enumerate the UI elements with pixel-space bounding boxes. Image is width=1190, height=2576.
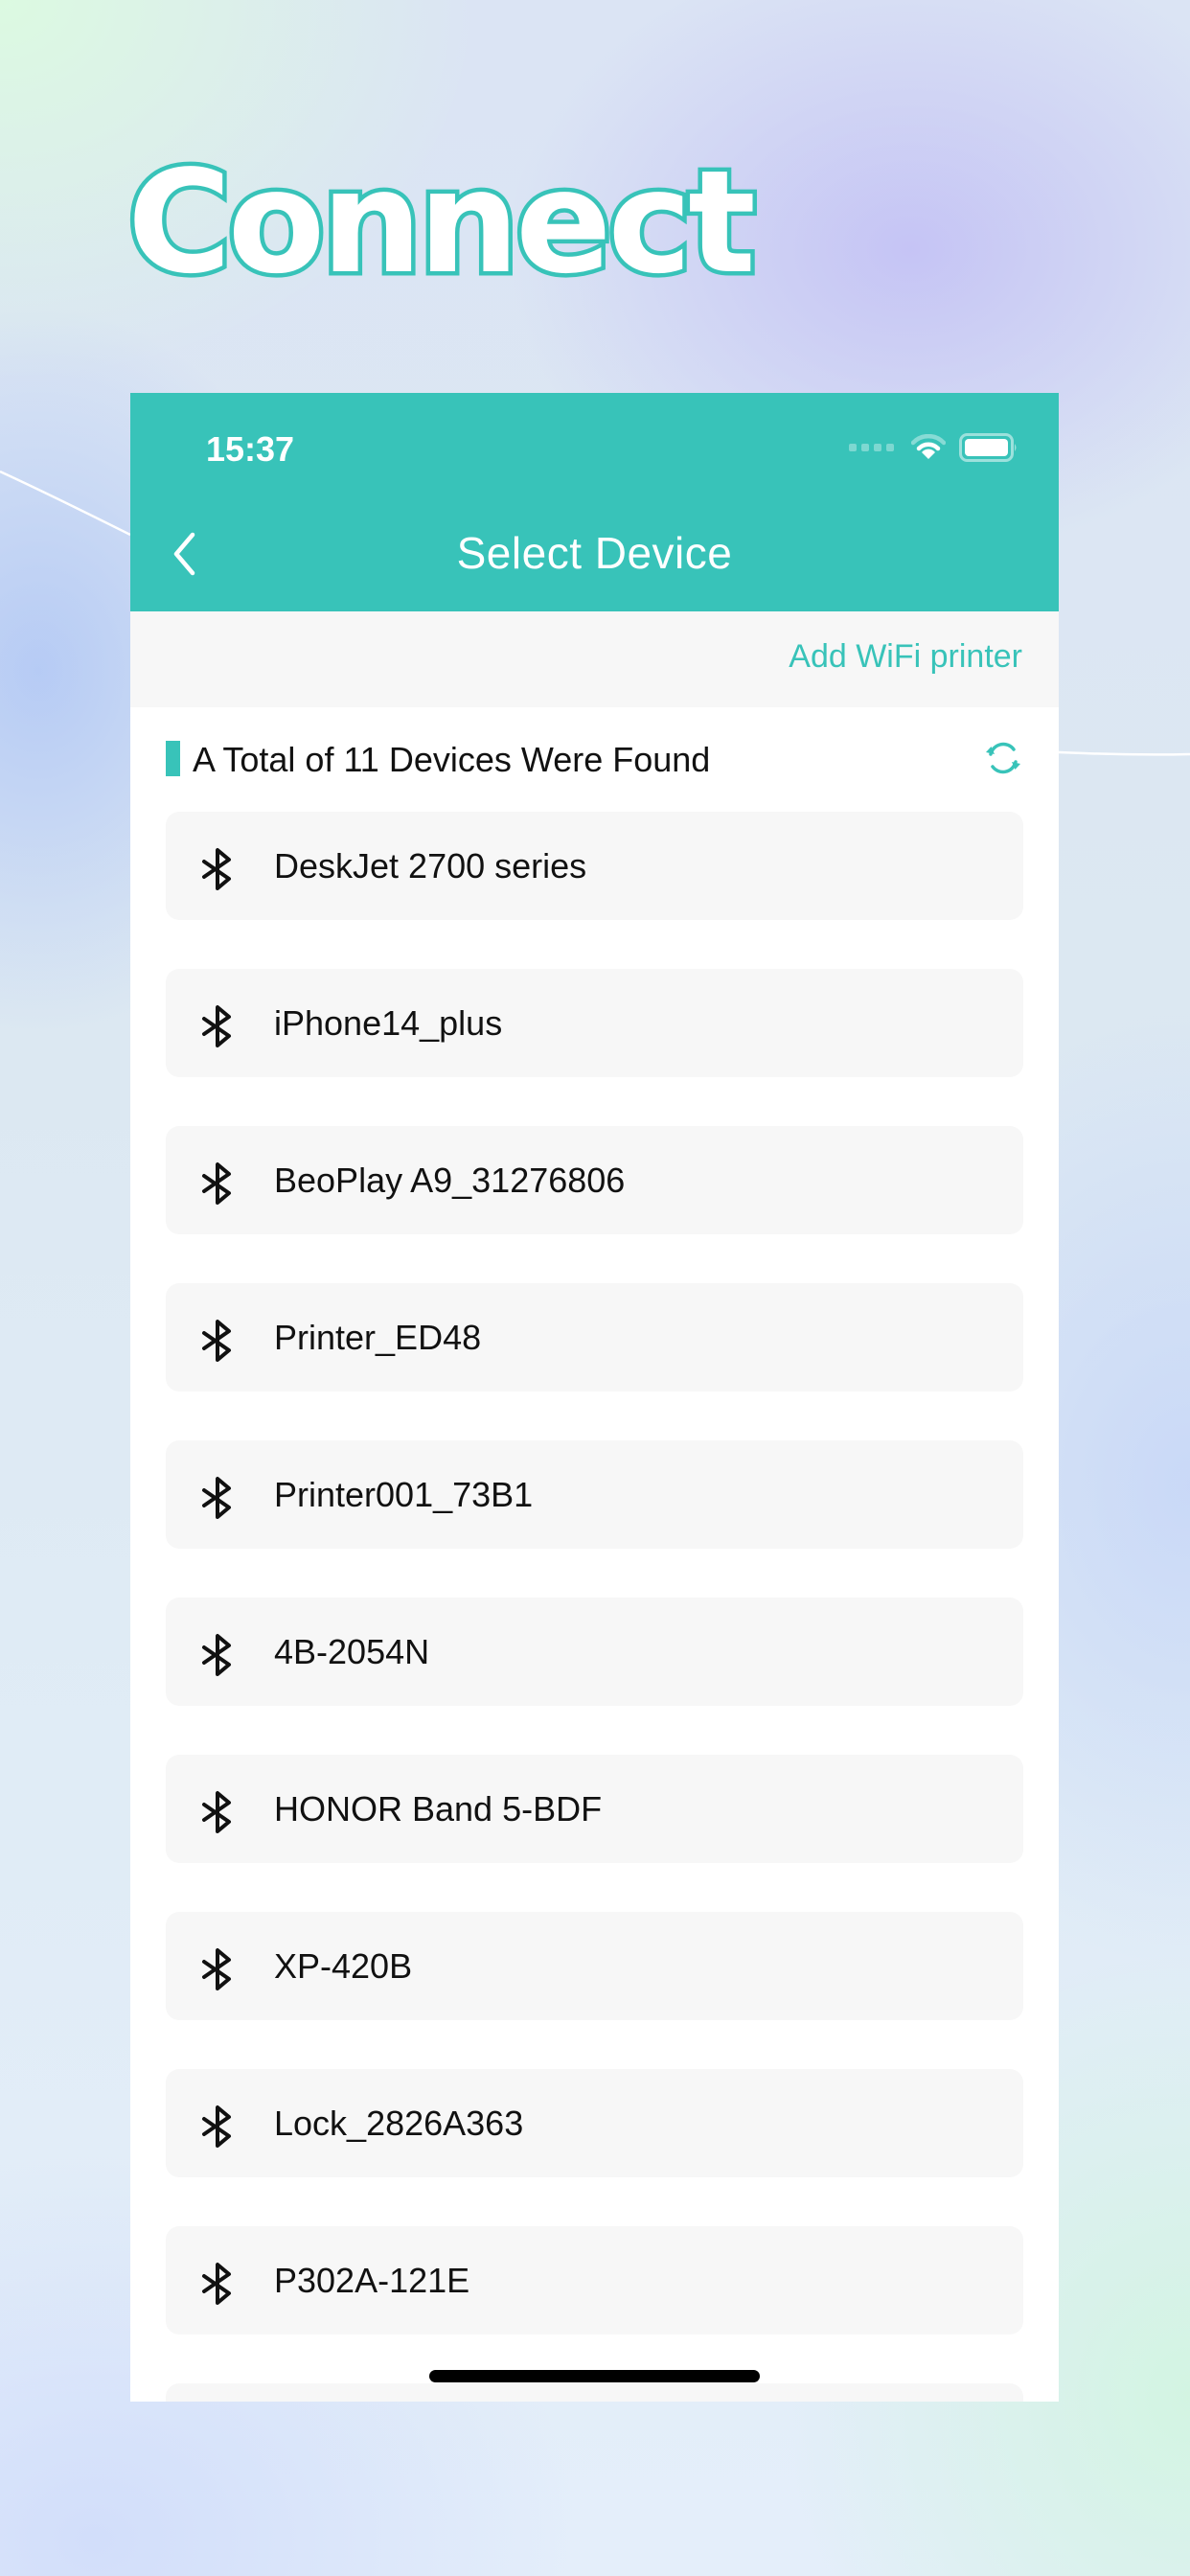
bluetooth-icon — [202, 1948, 231, 1990]
device-list-item[interactable]: BeoPlay A9_31276806 — [166, 1126, 1023, 1234]
device-list-item[interactable] — [166, 2383, 1023, 2402]
device-list-item[interactable]: Printer001_73B1 — [166, 1440, 1023, 1549]
device-list-item[interactable]: 4B-2054N — [166, 1598, 1023, 1706]
add-wifi-printer-link[interactable]: Add WiFi printer — [789, 638, 1022, 676]
refresh-button[interactable] — [982, 737, 1024, 779]
devices-found-count: A Total of 11 Devices Were Found — [193, 740, 711, 779]
device-list-item[interactable]: XP-420B — [166, 1912, 1023, 2020]
page-title: Select Device — [456, 528, 733, 578]
device-list-item[interactable]: iPhone14_plus — [166, 969, 1023, 1077]
wifi-icon — [911, 434, 946, 459]
bluetooth-icon — [202, 1634, 231, 1676]
bluetooth-icon — [202, 848, 231, 890]
device-name: Printer_ED48 — [274, 1318, 482, 1357]
section-accent-bar — [166, 741, 180, 776]
battery-icon — [959, 433, 1017, 462]
device-name: XP-420B — [274, 1946, 413, 1986]
status-time: 15:37 — [206, 429, 295, 469]
promo-headline: Connect — [124, 140, 761, 305]
device-name: P302A-121E — [274, 2261, 470, 2300]
bluetooth-icon — [202, 1791, 231, 1833]
device-name: HONOR Band 5-BDF — [274, 1789, 603, 1828]
home-indicator — [429, 2370, 760, 2382]
status-icons — [849, 433, 1018, 462]
decorative-curve-right — [1058, 750, 1190, 756]
action-bar: Add WiFi printer — [130, 611, 1059, 707]
devices-section-header: A Total of 11 Devices Were Found — [166, 740, 1024, 779]
decorative-curve-left — [0, 470, 131, 537]
device-name: DeskJet 2700 series — [274, 846, 587, 886]
device-list-item[interactable]: Lock_2826A363 — [166, 2069, 1023, 2177]
bluetooth-icon — [202, 2105, 231, 2148]
device-list-item[interactable]: HONOR Band 5-BDF — [166, 1755, 1023, 1863]
device-name: BeoPlay A9_31276806 — [274, 1161, 626, 1200]
bluetooth-icon — [202, 2263, 231, 2305]
signal-dots-icon — [849, 444, 894, 451]
bluetooth-icon — [202, 1320, 231, 1362]
bluetooth-icon — [202, 1477, 231, 1519]
device-list: DeskJet 2700 series iPhone14_plus BeoPla… — [166, 812, 1023, 2402]
refresh-icon — [986, 742, 1020, 774]
device-list-item[interactable]: DeskJet 2700 series — [166, 812, 1023, 920]
phone-screen: 15:37 Select Device Add WiFi printer A T… — [130, 393, 1059, 2402]
device-name: 4B-2054N — [274, 1632, 430, 1671]
bluetooth-icon — [202, 1162, 231, 1205]
device-name: Lock_2826A363 — [274, 2104, 524, 2143]
navigation-header: 15:37 Select Device — [130, 393, 1059, 611]
device-list-item[interactable]: P302A-121E — [166, 2226, 1023, 2334]
device-name: Printer001_73B1 — [274, 1475, 534, 1514]
device-list-item[interactable]: Printer_ED48 — [166, 1283, 1023, 1392]
bluetooth-icon — [202, 1005, 231, 1047]
device-name: iPhone14_plus — [274, 1003, 503, 1043]
